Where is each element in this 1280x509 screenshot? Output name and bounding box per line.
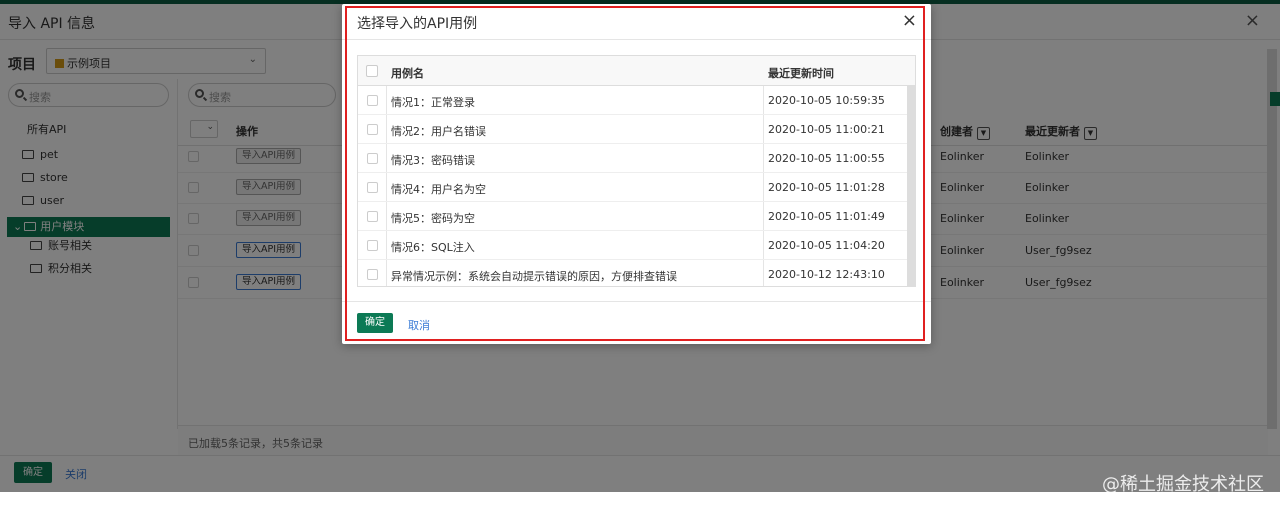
row-checkbox[interactable] bbox=[367, 269, 378, 280]
table-row[interactable]: 情况4：用户名为空 2020-10-05 11:01:28 bbox=[358, 173, 915, 202]
row-checkbox[interactable] bbox=[367, 124, 378, 135]
case-time: 2020-10-05 11:00:21 bbox=[768, 123, 885, 136]
table-row[interactable]: 异常情况示例：系统会自动提示错误的原因，方便排查错误 2020-10-12 12… bbox=[358, 260, 915, 286]
page-bottom bbox=[0, 492, 1280, 509]
case-time: 2020-10-05 11:00:55 bbox=[768, 152, 885, 165]
case-name: 情况2：用户名错误 bbox=[391, 125, 486, 138]
row-checkbox[interactable] bbox=[367, 240, 378, 251]
select-case-dialog: 选择导入的API用例 × 用例名 最近更新时间 情况1：正常登录 2020-10… bbox=[342, 4, 931, 344]
case-table-header: 用例名 最近更新时间 bbox=[358, 56, 915, 86]
row-checkbox[interactable] bbox=[367, 153, 378, 164]
row-checkbox[interactable] bbox=[367, 95, 378, 106]
select-all-checkbox[interactable] bbox=[366, 65, 378, 77]
table-row[interactable]: 情况1：正常登录 2020-10-05 10:59:35 bbox=[358, 86, 915, 115]
table-row[interactable]: 情况5：密码为空 2020-10-05 11:01:49 bbox=[358, 202, 915, 231]
case-name: 情况4：用户名为空 bbox=[391, 183, 486, 196]
dialog-title: 选择导入的API用例 bbox=[357, 16, 478, 32]
case-time: 2020-10-12 12:43:10 bbox=[768, 268, 885, 281]
case-name: 情况1：正常登录 bbox=[391, 96, 475, 109]
case-name: 情况3：密码错误 bbox=[391, 154, 475, 167]
cancel-button[interactable]: 取消 bbox=[408, 317, 430, 333]
divider bbox=[342, 301, 931, 302]
column-case-name: 用例名 bbox=[391, 67, 424, 80]
case-time: 2020-10-05 11:04:20 bbox=[768, 239, 885, 252]
table-row[interactable]: 情况2：用户名错误 2020-10-05 11:00:21 bbox=[358, 115, 915, 144]
dialog-header: 选择导入的API用例 × bbox=[342, 4, 931, 40]
case-time: 2020-10-05 10:59:35 bbox=[768, 94, 885, 107]
scrollbar[interactable] bbox=[907, 86, 915, 286]
case-name: 情况5：密码为空 bbox=[391, 212, 475, 225]
table-row[interactable]: 情况6：SQL注入 2020-10-05 11:04:20 bbox=[358, 231, 915, 260]
confirm-button[interactable]: 确定 bbox=[357, 313, 393, 333]
row-checkbox[interactable] bbox=[367, 182, 378, 193]
row-checkbox[interactable] bbox=[367, 211, 378, 222]
close-icon[interactable]: × bbox=[902, 10, 917, 31]
case-name: 异常情况示例：系统会自动提示错误的原因，方便排查错误 bbox=[391, 270, 677, 283]
watermark: @稀土掘金技术社区 bbox=[1102, 474, 1264, 495]
case-name: 情况6：SQL注入 bbox=[391, 241, 475, 254]
case-time: 2020-10-05 11:01:49 bbox=[768, 210, 885, 223]
case-table: 用例名 最近更新时间 情况1：正常登录 2020-10-05 10:59:35 … bbox=[357, 55, 916, 287]
case-time: 2020-10-05 11:01:28 bbox=[768, 181, 885, 194]
table-row[interactable]: 情况3：密码错误 2020-10-05 11:00:55 bbox=[358, 144, 915, 173]
column-updated-time: 最近更新时间 bbox=[768, 67, 834, 80]
